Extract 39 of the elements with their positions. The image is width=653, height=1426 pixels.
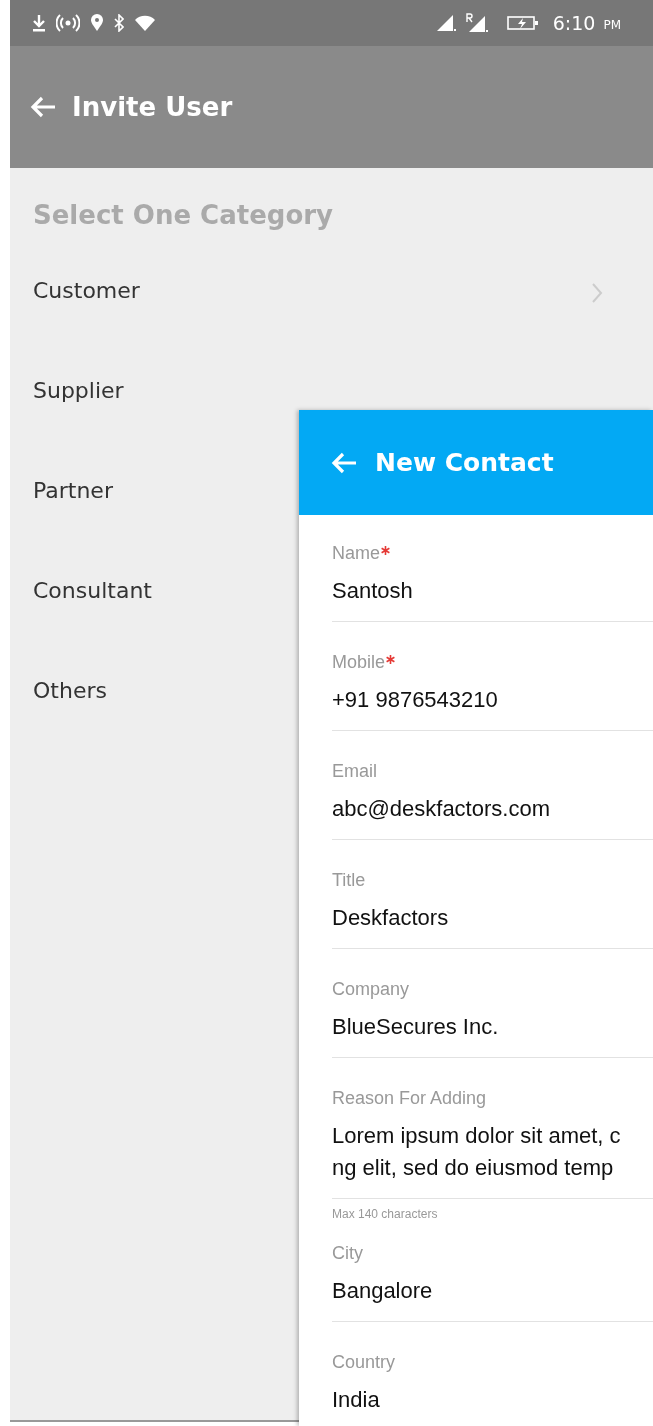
back-arrow-icon	[30, 96, 56, 118]
bluetooth-icon	[114, 14, 124, 32]
category-item[interactable]: Customer	[33, 270, 653, 370]
hotspot-icon	[56, 14, 80, 32]
helper-text: Max 140 characters	[332, 1207, 439, 1221]
field-label: Title	[332, 870, 366, 891]
back-button[interactable]	[331, 451, 357, 474]
wifi-icon	[134, 14, 156, 32]
signal-icon	[464, 13, 489, 33]
category-item[interactable]: Partner	[33, 470, 163, 570]
location-icon	[90, 14, 104, 32]
category-item[interactable]: Consultant	[33, 570, 202, 670]
input-field[interactable]: +91 9876543210	[332, 680, 653, 731]
chevron-right-icon	[591, 282, 603, 304]
input-field[interactable]: abc@deskfactors.com	[332, 789, 653, 840]
clock-period: PM	[603, 18, 621, 32]
back-arrow-icon	[331, 451, 357, 474]
field-label: Country	[332, 1352, 396, 1373]
battery-icon	[506, 15, 539, 31]
category-item[interactable]: Supplier	[33, 370, 174, 470]
screen-title: Invite User	[72, 92, 233, 122]
field-label: Email	[332, 761, 377, 782]
input-field[interactable]: Santosh	[332, 571, 653, 622]
input-field[interactable]: Lorem ipsum dolor sit amet, c ng elit, sed do eiusmod temp	[332, 1116, 653, 1199]
back-button[interactable]	[30, 96, 56, 118]
clock-time: 6:10	[552, 12, 596, 34]
field-label: City	[332, 1243, 363, 1264]
input-field[interactable]: Deskfactors	[332, 898, 653, 949]
section-heading: Select One Category	[33, 200, 335, 232]
field-label: Mobile	[332, 652, 386, 673]
panel-title: New Contact	[375, 448, 554, 477]
input-field[interactable]: Bangalore	[332, 1271, 653, 1322]
field-label: Company	[332, 979, 410, 1000]
field-label: Name	[332, 543, 380, 564]
input-field[interactable]: India	[332, 1380, 653, 1426]
field-label: Reason For Adding	[332, 1088, 487, 1109]
download-icon	[32, 14, 46, 32]
input-field[interactable]: BlueSecures Inc.	[332, 1007, 653, 1058]
category-item[interactable]: Others	[33, 670, 157, 770]
